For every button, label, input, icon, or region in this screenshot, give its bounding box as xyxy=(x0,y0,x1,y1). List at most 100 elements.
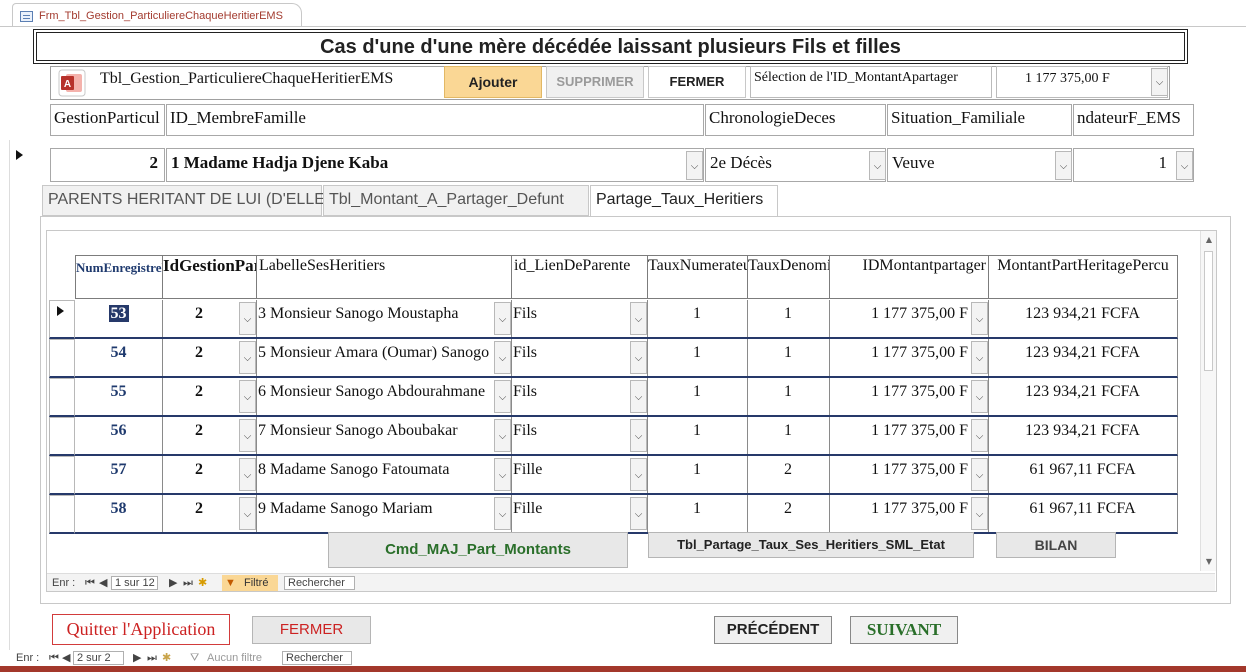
row-selector[interactable] xyxy=(49,378,75,417)
prev-record-icon[interactable]: ◀ xyxy=(62,650,70,666)
bilan-button[interactable]: BILAN xyxy=(996,532,1116,558)
grid-cell-taux-num[interactable]: 1 xyxy=(647,417,748,456)
grid-cell-label[interactable]: 8 Madame Sanogo Fatoumata xyxy=(256,456,512,495)
grid-cell-num[interactable]: 57 xyxy=(75,456,163,495)
tab-partage-taux-heritiers[interactable]: Partage_Taux_Heritiers xyxy=(590,185,778,217)
chevron-down-icon[interactable]: ⌵ xyxy=(971,419,988,452)
grid-cell-taux-den[interactable]: 1 xyxy=(747,417,830,456)
grid-cell-idmontant[interactable]: 1 177 375,00 F xyxy=(829,495,989,534)
chevron-down-icon[interactable]: ⌵ xyxy=(494,341,511,374)
chevron-down-icon[interactable]: ⌵ xyxy=(971,302,988,335)
chevron-down-icon[interactable]: ⌵ xyxy=(239,380,256,413)
grid-cell-lien[interactable]: Fils xyxy=(511,417,648,456)
grid-cell-label[interactable]: 6 Monsieur Sanogo Abdourahmane xyxy=(256,378,512,417)
chevron-down-icon[interactable]: ⌵ xyxy=(971,497,988,530)
grid-cell-montant[interactable]: 61 967,11 FCFA xyxy=(988,495,1178,534)
grid-cell-lien[interactable]: Fils xyxy=(511,300,648,339)
chevron-down-icon[interactable]: ⌵ xyxy=(630,380,647,413)
grid-cell-idmontant[interactable]: 1 177 375,00 F xyxy=(829,417,989,456)
grid-cell-taux-den[interactable]: 2 xyxy=(747,495,830,534)
chevron-down-icon[interactable]: ⌵ xyxy=(971,380,988,413)
grid-cell-montant[interactable]: 123 934,21 FCFA xyxy=(988,417,1178,456)
row-selector[interactable] xyxy=(49,417,75,456)
grid-cell-label[interactable]: 3 Monsieur Sanogo Moustapha xyxy=(256,300,512,339)
grid-cell-taux-num[interactable]: 1 xyxy=(647,456,748,495)
chevron-down-icon[interactable]: ⌵ xyxy=(494,458,511,491)
next-button[interactable]: SUIVANT xyxy=(850,616,958,644)
grid-cell-idmontant[interactable]: 1 177 375,00 F xyxy=(829,300,989,339)
grid-cell-montant[interactable]: 123 934,21 FCFA xyxy=(988,300,1178,339)
record-situation-field[interactable]: Veuve xyxy=(887,148,1072,182)
report-button[interactable]: Tbl_Partage_Taux_Ses_Heritiers_SML_Etat xyxy=(648,532,974,558)
grid-cell-lien[interactable]: Fils xyxy=(511,339,648,378)
record-id-field[interactable]: 2 xyxy=(50,148,165,182)
chevron-down-icon[interactable]: ⌵ xyxy=(1151,68,1168,96)
chevron-down-icon[interactable]: ⌵ xyxy=(239,458,256,491)
grid-cell-taux-den[interactable]: 1 xyxy=(747,378,830,417)
chevron-down-icon[interactable]: ⌵ xyxy=(630,458,647,491)
last-record-icon[interactable]: ⏭ xyxy=(147,650,157,666)
grid-cell-taux-num[interactable]: 1 xyxy=(647,378,748,417)
vertical-scrollbar[interactable]: ▲ ▼ xyxy=(1200,231,1216,571)
chevron-down-icon[interactable]: ⌵ xyxy=(239,419,256,452)
chevron-down-icon[interactable]: ⌵ xyxy=(1176,151,1193,180)
chevron-down-icon[interactable]: ⌵ xyxy=(494,419,511,452)
row-selector[interactable] xyxy=(49,339,75,378)
main-search-box[interactable]: Rechercher xyxy=(282,651,352,665)
chevron-down-icon[interactable]: ⌵ xyxy=(494,497,511,530)
chevron-down-icon[interactable]: ⌵ xyxy=(971,458,988,491)
previous-button[interactable]: PRÉCÉDENT xyxy=(714,616,832,644)
chevron-down-icon[interactable]: ⌵ xyxy=(686,151,703,180)
subform-search-box[interactable]: Rechercher xyxy=(284,576,355,590)
close-button-top[interactable]: FERMER xyxy=(648,66,746,98)
chevron-down-icon[interactable]: ⌵ xyxy=(971,341,988,374)
filter-active-badge[interactable]: ▼ Filtré xyxy=(222,575,278,591)
grid-cell-lien[interactable]: Fille xyxy=(511,456,648,495)
grid-cell-num[interactable]: 54 xyxy=(75,339,163,378)
grid-cell-num[interactable]: 56 xyxy=(75,417,163,456)
chevron-down-icon[interactable]: ⌵ xyxy=(869,151,886,180)
first-record-icon[interactable]: ⏮ xyxy=(49,650,59,666)
scroll-down-icon[interactable]: ▼ xyxy=(1202,555,1216,569)
document-tab[interactable]: Frm_Tbl_Gestion_ParticuliereChaqueHeriti… xyxy=(12,3,302,27)
record-selector-bar[interactable] xyxy=(0,140,10,650)
record-chronologie-field[interactable]: 2e Décès xyxy=(705,148,886,182)
main-record-position[interactable]: 2 sur 2 xyxy=(73,651,124,665)
grid-cell-num[interactable]: 53 xyxy=(75,300,163,339)
amount-select[interactable]: 1 177 375,00 F xyxy=(996,66,1168,98)
chevron-down-icon[interactable]: ⌵ xyxy=(239,497,256,530)
add-button[interactable]: Ajouter xyxy=(444,66,542,98)
grid-cell-num[interactable]: 58 xyxy=(75,495,163,534)
update-amounts-button[interactable]: Cmd_MAJ_Part_Montants xyxy=(328,532,628,568)
row-selector[interactable] xyxy=(49,300,75,339)
chevron-down-icon[interactable]: ⌵ xyxy=(630,302,647,335)
close-button[interactable]: FERMER xyxy=(252,616,371,644)
grid-cell-label[interactable]: 7 Monsieur Sanogo Aboubakar xyxy=(256,417,512,456)
prev-record-icon[interactable]: ◀ xyxy=(99,575,107,591)
scroll-thumb[interactable] xyxy=(1204,251,1213,371)
grid-cell-taux-num[interactable]: 1 xyxy=(647,339,748,378)
grid-cell-montant[interactable]: 61 967,11 FCFA xyxy=(988,456,1178,495)
row-selector[interactable] xyxy=(49,495,75,534)
chevron-down-icon[interactable]: ⌵ xyxy=(630,497,647,530)
chevron-down-icon[interactable]: ⌵ xyxy=(1055,151,1072,180)
chevron-down-icon[interactable]: ⌵ xyxy=(630,341,647,374)
new-record-icon[interactable]: ✱ xyxy=(198,575,207,591)
next-record-icon[interactable]: ▶ xyxy=(169,575,177,591)
scroll-up-icon[interactable]: ▲ xyxy=(1202,233,1216,247)
chevron-down-icon[interactable]: ⌵ xyxy=(494,302,511,335)
grid-cell-idmontant[interactable]: 1 177 375,00 F xyxy=(829,456,989,495)
last-record-icon[interactable]: ⏭ xyxy=(183,575,193,591)
grid-cell-taux-num[interactable]: 1 xyxy=(647,300,748,339)
chevron-down-icon[interactable]: ⌵ xyxy=(494,380,511,413)
grid-cell-label[interactable]: 9 Madame Sanogo Mariam xyxy=(256,495,512,534)
grid-cell-idmontant[interactable]: 1 177 375,00 F xyxy=(829,378,989,417)
grid-cell-lien[interactable]: Fils xyxy=(511,378,648,417)
row-selector[interactable] xyxy=(49,456,75,495)
grid-cell-taux-den[interactable]: 1 xyxy=(747,339,830,378)
quit-application-button[interactable]: Quitter l'Application xyxy=(52,614,230,645)
chevron-down-icon[interactable]: ⌵ xyxy=(239,302,256,335)
grid-cell-taux-num[interactable]: 1 xyxy=(647,495,748,534)
tab-parents-heritant[interactable]: PARENTS HERITANT DE LUI (D'ELLE) xyxy=(42,185,330,216)
new-record-icon[interactable]: ✱ xyxy=(162,650,171,666)
